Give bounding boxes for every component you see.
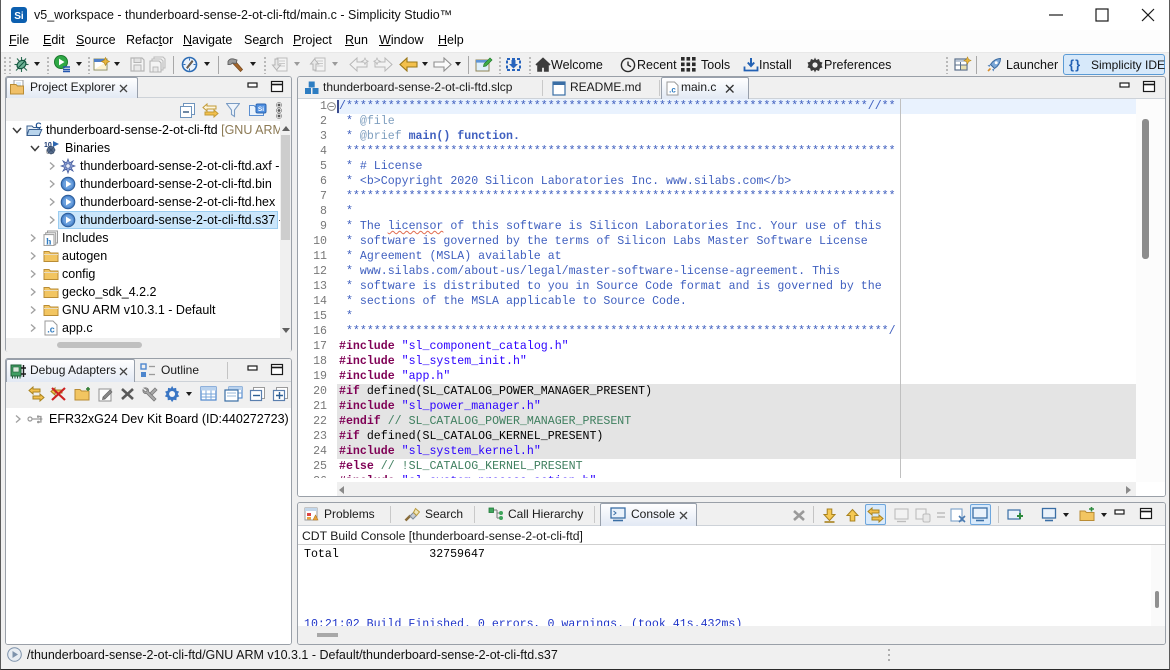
svg-text:.c: .c bbox=[47, 325, 55, 335]
svg-text:C: C bbox=[35, 122, 41, 131]
svg-text:.c: .c bbox=[669, 86, 676, 95]
svg-text:Si: Si bbox=[14, 11, 24, 22]
svg-text:Si: Si bbox=[258, 106, 264, 113]
svg-text:h: h bbox=[46, 238, 52, 247]
